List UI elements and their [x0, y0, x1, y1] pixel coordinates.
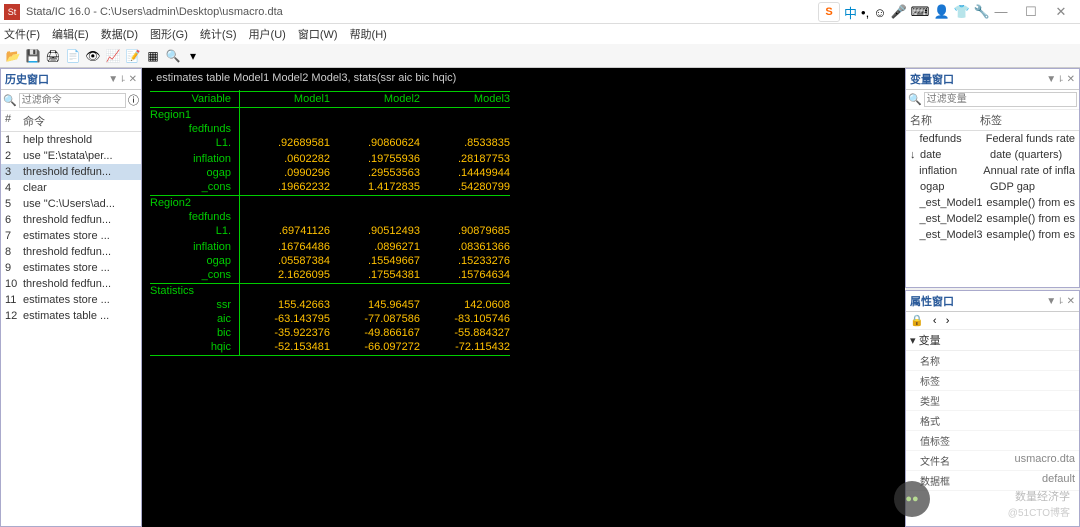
variable-row[interactable]: inflationAnnual rate of infla	[906, 163, 1079, 179]
wechat-icon: ●●	[894, 481, 930, 517]
more-icon[interactable]: ▾	[184, 47, 202, 65]
col-num: #	[5, 113, 23, 129]
ime-keyboard-icon[interactable]: ⌨	[911, 4, 930, 20]
maximize-button[interactable]: ☐	[1016, 4, 1046, 20]
ime-punct-icon[interactable]: •,	[861, 5, 869, 20]
vars-title: 变量窗口	[910, 71, 954, 87]
history-row[interactable]: 12estimates table ...	[1, 308, 141, 324]
property-row[interactable]: 标签	[906, 371, 1079, 391]
property-row[interactable]: 格式	[906, 411, 1079, 431]
history-row[interactable]: 9estimates store ...	[1, 260, 141, 276]
filter-info-icon[interactable]: ⓘ	[128, 92, 139, 108]
variable-row[interactable]: _est_Model2esample() from es	[906, 211, 1079, 227]
ime-person-icon[interactable]: 👤	[933, 4, 949, 20]
props-nav[interactable]: 🔒 ‹ ›	[906, 312, 1079, 330]
minimize-button[interactable]: —	[986, 4, 1016, 19]
menu-window[interactable]: 窗口(W)	[298, 26, 338, 42]
history-panel: 历史窗口 ▼ ꜕ ✕ 🔍 ⓘ #命令 1help threshold2use "E…	[0, 68, 142, 527]
vars-col-name: 名称	[910, 112, 980, 128]
history-row[interactable]: 2use "E:\stata\per...	[1, 148, 141, 164]
menu-stats[interactable]: 统计(S)	[200, 26, 237, 42]
history-row[interactable]: 8threshold fedfun...	[1, 244, 141, 260]
data-browser-icon[interactable]: 🔍	[164, 47, 182, 65]
properties-panel: 属性窗口 ▼ ꜕ ✕ 🔒 ‹ › ▾ 变量 名称标签类型格式值标签文件名usmac…	[905, 290, 1080, 527]
variable-row[interactable]: ↓datedate (quarters)	[906, 147, 1079, 163]
vars-col-label: 标签	[980, 112, 1002, 128]
dofile-icon[interactable]: 📝	[124, 47, 142, 65]
app-icon: St	[4, 4, 20, 20]
variable-row[interactable]: _est_Model1esample() from es	[906, 195, 1079, 211]
history-row[interactable]: 6threshold fedfun...	[1, 212, 141, 228]
property-row[interactable]: 类型	[906, 391, 1079, 411]
toolbar: 📂 💾 🖨 📄 👁 📈 📝 ▦ 🔍 ▾	[0, 44, 1080, 68]
log-icon[interactable]: 📄	[64, 47, 82, 65]
history-row[interactable]: 5use "C:\Users\ad...	[1, 196, 141, 212]
history-title: 历史窗口	[5, 71, 49, 87]
vars-filter-input[interactable]	[924, 92, 1077, 107]
ime-lang-icon[interactable]: 中	[844, 3, 857, 22]
menu-data[interactable]: 数据(D)	[101, 26, 138, 42]
menu-edit[interactable]: 编辑(E)	[52, 26, 89, 42]
menu-bar: 文件(F) 编辑(E) 数据(D) 图形(G) 统计(S) 用户(U) 窗口(W…	[0, 24, 1080, 44]
history-row[interactable]: 1help threshold	[1, 132, 141, 148]
history-row[interactable]: 3threshold fedfun...	[1, 164, 141, 180]
history-row[interactable]: 10threshold fedfun...	[1, 276, 141, 292]
variables-panel: 变量窗口 ▼ ꜕ ✕ 🔍 名称标签 fedfundsFederal funds r…	[905, 68, 1080, 288]
history-row[interactable]: 11estimates store ...	[1, 292, 141, 308]
menu-graph[interactable]: 图形(G)	[150, 26, 188, 42]
panel-controls[interactable]: ▼ ꜕ ✕	[1046, 296, 1075, 307]
save-icon[interactable]: 💾	[24, 47, 42, 65]
graph-icon[interactable]: 📈	[104, 47, 122, 65]
ime-smiley-icon[interactable]: ☺	[873, 5, 886, 20]
variable-row[interactable]: ogapGDP gap	[906, 179, 1079, 195]
panel-controls[interactable]: ▼ ꜕ ✕	[1046, 74, 1075, 85]
props-title: 属性窗口	[910, 293, 954, 309]
viewer-icon[interactable]: 👁	[84, 47, 102, 65]
property-row[interactable]: 值标签	[906, 431, 1079, 451]
open-icon[interactable]: 📂	[4, 47, 22, 65]
data-editor-icon[interactable]: ▦	[144, 47, 162, 65]
variable-row[interactable]: _est_Model3esample() from es	[906, 227, 1079, 243]
close-button[interactable]: ✕	[1046, 4, 1076, 20]
property-row[interactable]: 文件名usmacro.dta	[906, 451, 1079, 471]
results-window[interactable]: . estimates table Model1 Model2 Model3, …	[142, 68, 905, 527]
sogou-icon[interactable]: S	[818, 2, 840, 22]
ime-toolbar: S 中 •, ☺ 🎤 ⌨ 👤 👕 🔧	[818, 2, 990, 22]
col-cmd: 命令	[23, 113, 45, 129]
command-echo: . estimates table Model1 Model2 Model3, …	[150, 72, 897, 84]
ime-skin-icon[interactable]: 👕	[954, 4, 970, 20]
property-row[interactable]: 名称	[906, 351, 1079, 371]
history-row[interactable]: 4clear	[1, 180, 141, 196]
title-bar: St Stata/IC 16.0 - C:\Users\admin\Deskto…	[0, 0, 1080, 24]
menu-help[interactable]: 帮助(H)	[350, 26, 387, 42]
ime-mic-icon[interactable]: 🎤	[890, 4, 906, 20]
search-icon: 🔍	[3, 94, 17, 107]
panel-controls[interactable]: ▼ ꜕ ✕	[108, 74, 137, 85]
ime-tool-icon[interactable]: 🔧	[974, 4, 990, 20]
history-row[interactable]: 7estimates store ...	[1, 228, 141, 244]
print-icon[interactable]: 🖨	[44, 47, 62, 65]
search-icon: 🔍	[908, 93, 922, 106]
menu-user[interactable]: 用户(U)	[249, 26, 286, 42]
property-row[interactable]: 数据框default	[906, 471, 1079, 491]
variable-row[interactable]: fedfundsFederal funds rate	[906, 131, 1079, 147]
history-filter-input[interactable]	[19, 93, 126, 108]
props-group[interactable]: ▾ 变量	[906, 330, 1079, 351]
menu-file[interactable]: 文件(F)	[4, 26, 40, 42]
